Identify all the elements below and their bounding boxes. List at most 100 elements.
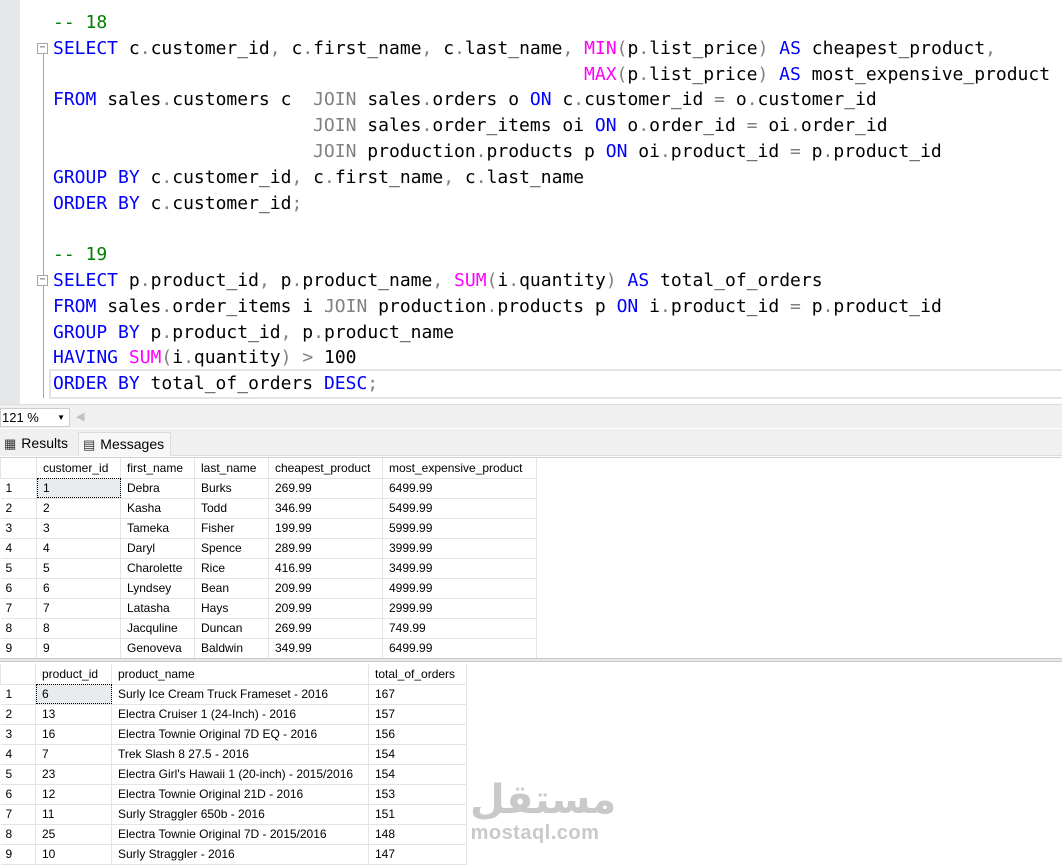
table-cell[interactable]: 11 [35,803,112,825]
table-cell[interactable]: 23 [35,763,112,785]
scroll-left-icon[interactable]: ◀ [76,410,84,423]
table-cell[interactable]: Tameka [120,517,195,539]
column-header[interactable]: product_name [111,664,369,685]
code-line[interactable]: GROUP BY p.product_id, p.product_name [53,320,1062,346]
row-number[interactable]: 6 [0,783,36,805]
code-line[interactable] [53,216,1062,242]
column-header[interactable]: most_expensive_product [382,458,537,479]
table-row[interactable]: 8 8 Jacquline Duncan 269.99 749.99 [0,617,537,639]
table-cell[interactable]: 5 [36,557,121,579]
code-line[interactable]: FROM sales.customers c JOIN sales.orders… [53,87,1062,113]
table-cell[interactable]: 3499.99 [382,557,537,579]
code-line[interactable]: ORDER BY c.customer_id; [53,191,1062,217]
table-cell[interactable]: Baldwin [194,637,269,659]
table-row[interactable]: 6 12 Electra Townie Original 21D - 2016 153 [0,783,467,805]
code-line[interactable]: HAVING SUM(i.quantity) > 100 [53,345,1062,371]
column-header[interactable]: cheapest_product [268,458,383,479]
table-cell[interactable]: 148 [368,823,467,845]
table-row[interactable]: 8 25 Electra Townie Original 7D - 2015/201… [0,823,467,845]
table-row[interactable]: 3 16 Electra Townie Original 7D EQ - 2016 1… [0,723,467,745]
row-number[interactable]: 8 [0,617,37,639]
code-line[interactable]: FROM sales.order_items i JOIN production… [53,294,1062,320]
table-cell[interactable]: Lyndsey [120,577,195,599]
table-cell[interactable]: Trek Slash 8 27.5 - 2016 [111,743,369,765]
column-header[interactable]: customer_id [36,458,121,479]
table-cell[interactable]: 7 [35,743,112,765]
table-cell[interactable]: Fisher [194,517,269,539]
zoom-dropdown[interactable]: 121 % ▼ [0,408,70,427]
table-cell[interactable]: 147 [368,843,467,865]
collapse-toggle-icon[interactable]: − [37,43,48,54]
table-cell[interactable]: 3 [36,517,121,539]
table-row[interactable]: 7 11 Surly Straggler 650b - 2016 151 [0,803,467,825]
row-number[interactable]: 9 [0,637,37,659]
row-number[interactable]: 5 [0,557,37,579]
table-cell[interactable]: 749.99 [382,617,537,639]
table-cell[interactable]: 209.99 [268,577,383,599]
table-cell[interactable]: 156 [368,723,467,745]
table-cell[interactable]: Electra Cruiser 1 (24-Inch) - 2016 [111,703,369,725]
table-cell[interactable]: 153 [368,783,467,805]
row-number[interactable]: 8 [0,823,36,845]
table-row[interactable]: 4 7 Trek Slash 8 27.5 - 2016 154 [0,743,467,765]
table-cell[interactable]: Kasha [120,497,195,519]
table-cell[interactable]: Todd [194,497,269,519]
column-header[interactable]: first_name [120,458,195,479]
table-cell[interactable]: Latasha [120,597,195,619]
table-cell[interactable]: 4999.99 [382,577,537,599]
table-cell[interactable]: Electra Townie Original 21D - 2016 [111,783,369,805]
column-header[interactable]: total_of_orders [368,664,467,685]
table-row[interactable]: 4 4 Daryl Spence 289.99 3999.99 [0,537,537,559]
table-cell[interactable]: Hays [194,597,269,619]
table-cell[interactable]: Genoveva [120,637,195,659]
table-cell[interactable]: Spence [194,537,269,559]
results-grid-2[interactable]: product_id product_name total_of_orders … [0,664,467,865]
table-cell[interactable]: 1 [36,477,121,499]
code-line[interactable]: GROUP BY c.customer_id, c.first_name, c.… [53,165,1062,191]
table-cell[interactable]: 199.99 [268,517,383,539]
table-cell[interactable]: Duncan [194,617,269,639]
row-number[interactable]: 3 [0,723,36,745]
table-cell[interactable]: 157 [368,703,467,725]
column-header[interactable]: product_id [35,664,112,685]
table-row[interactable]: 6 6 Lyndsey Bean 209.99 4999.99 [0,577,537,599]
row-number[interactable]: 5 [0,763,36,785]
row-number[interactable]: 4 [0,537,37,559]
row-number[interactable]: 1 [0,683,36,705]
table-row[interactable]: 9 10 Surly Straggler - 2016 147 [0,843,467,865]
tab-messages[interactable]: ▤ Messages [78,432,171,456]
table-cell[interactable]: Electra Girl's Hawaii 1 (20-inch) - 2015… [111,763,369,785]
query-editor[interactable]: − − -- 18 SELECT c.customer_id, c.first_n… [0,0,1062,404]
collapse-toggle-icon[interactable]: − [37,275,48,286]
table-cell[interactable]: 5999.99 [382,517,537,539]
table-cell[interactable]: Surly Straggler - 2016 [111,843,369,865]
row-number[interactable]: 7 [0,803,36,825]
table-cell[interactable]: Burks [194,477,269,499]
table-cell[interactable]: Electra Townie Original 7D - 2015/2016 [111,823,369,845]
code-line[interactable]: SELECT p.product_id, p.product_name, SUM… [53,268,1062,294]
table-row[interactable]: 2 13 Electra Cruiser 1 (24-Inch) - 2016 157 [0,703,467,725]
table-cell[interactable]: 12 [35,783,112,805]
table-cell[interactable]: 167 [368,683,467,705]
table-row[interactable]: 3 3 Tameka Fisher 199.99 5999.99 [0,517,537,539]
table-cell[interactable]: 25 [35,823,112,845]
table-row[interactable]: 5 5 Charolette Rice 416.99 3499.99 [0,557,537,579]
table-cell[interactable]: 2999.99 [382,597,537,619]
table-cell[interactable]: Daryl [120,537,195,559]
table-cell[interactable]: Charolette [120,557,195,579]
row-number[interactable]: 2 [0,497,37,519]
table-cell[interactable]: 6499.99 [382,637,537,659]
table-row[interactable]: 2 2 Kasha Todd 346.99 5499.99 [0,497,537,519]
table-cell[interactable]: 6 [35,683,112,705]
table-cell[interactable]: 4 [36,537,121,559]
table-cell[interactable]: 5499.99 [382,497,537,519]
table-cell[interactable]: 289.99 [268,537,383,559]
row-number[interactable]: 2 [0,703,36,725]
table-row[interactable]: 9 9 Genoveva Baldwin 349.99 6499.99 [0,637,537,659]
table-cell[interactable]: 346.99 [268,497,383,519]
table-cell[interactable]: 16 [35,723,112,745]
code-lines[interactable]: -- 18 SELECT c.customer_id, c.first_name,… [49,10,1062,399]
code-line[interactable]: JOIN sales.order_items oi ON o.order_id … [53,113,1062,139]
code-line[interactable]: -- 19 [53,242,1062,268]
table-cell[interactable]: 6 [36,577,121,599]
